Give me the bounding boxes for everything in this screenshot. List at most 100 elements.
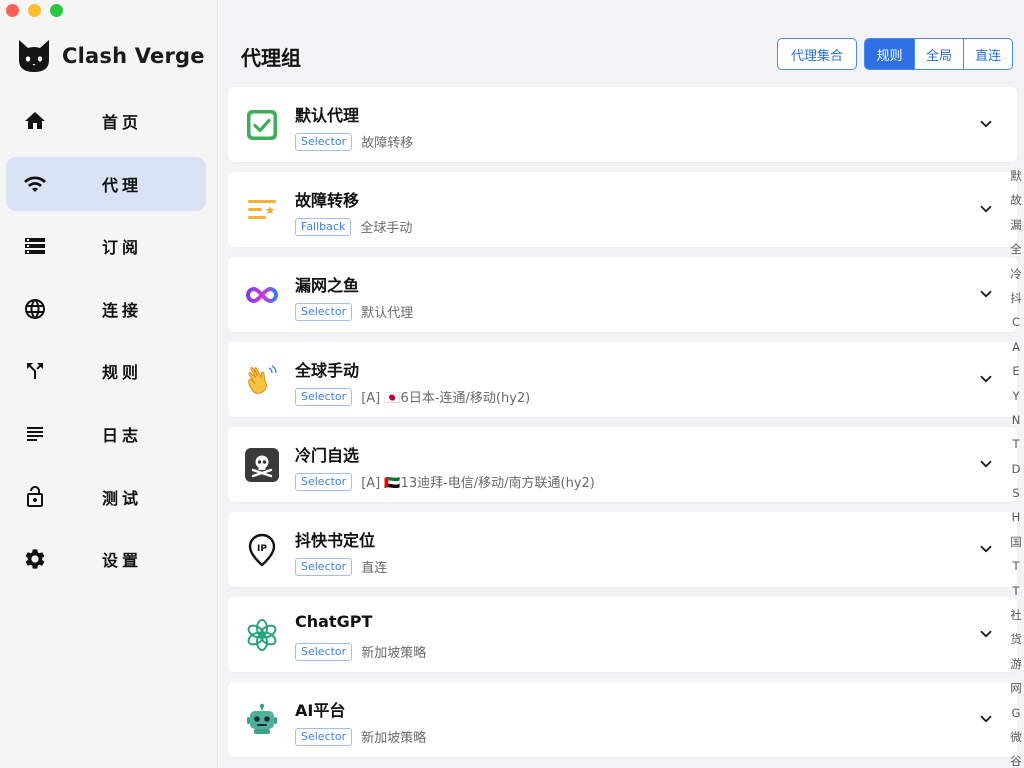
index-letter[interactable]: 谷 (1008, 749, 1024, 768)
index-letter[interactable]: E (1008, 359, 1024, 383)
index-letter[interactable]: 国 (1008, 530, 1024, 554)
group-name: ChatGPT (295, 612, 373, 631)
proxy-group-card[interactable]: 默认代理 Selector 故障转移 (228, 87, 1017, 162)
index-letter[interactable]: T (1008, 432, 1024, 456)
sidebar-item-logs[interactable]: 日志 (6, 407, 206, 461)
chevron-down-icon[interactable] (977, 455, 995, 473)
group-type-badge: Selector (295, 472, 353, 491)
proxy-group-card[interactable]: 故障转移 Fallback 全球手动 (228, 172, 1017, 247)
index-letter[interactable]: 网 (1008, 676, 1024, 700)
index-letter[interactable]: Y (1008, 384, 1024, 408)
group-meta: Selector 新加坡策略 (295, 642, 426, 661)
index-letter[interactable]: 冷 (1008, 262, 1024, 286)
sidebar: Clash Verge 首页代理订阅连接规则日志测试设置 (0, 0, 218, 768)
group-type-badge: Selector (295, 642, 353, 661)
chevron-down-icon[interactable] (977, 710, 995, 728)
group-type-badge: Selector (295, 727, 353, 746)
group-current-proxy: 默认代理 (361, 306, 414, 321)
index-letter[interactable]: T (1008, 579, 1024, 603)
zoom-window-button[interactable] (50, 4, 63, 17)
index-letter[interactable]: 默 (1008, 164, 1024, 188)
group-name: 漏网之鱼 (295, 276, 360, 295)
index-letter[interactable]: 抖 (1008, 286, 1024, 310)
index-letter[interactable]: G (1008, 701, 1024, 725)
group-name: 默认代理 (295, 106, 360, 125)
index-letter[interactable]: 微 (1008, 725, 1024, 749)
wifi-icon (22, 171, 48, 197)
group-type-badge: Selector (295, 132, 353, 151)
group-current-proxy: 全球手动 (360, 221, 413, 236)
proxy-provider-button[interactable]: 代理集合 (777, 38, 857, 70)
index-letter[interactable]: D (1008, 457, 1024, 481)
chevron-down-icon[interactable] (977, 625, 995, 643)
chevron-down-icon[interactable] (977, 285, 995, 303)
mode-button-2[interactable]: 直连 (963, 39, 1012, 69)
group-type-badge: Selector (295, 557, 353, 576)
chevron-down-icon[interactable] (977, 115, 995, 133)
index-letter[interactable]: T (1008, 554, 1024, 578)
group-meta: Fallback 全球手动 (295, 217, 412, 236)
proxy-group-card[interactable]: 冷门自选 Selector [A] 🇦🇪13迪拜-电信/移动/南方联通(hy2) (228, 427, 1017, 502)
sidebar-item-label: 测试 (102, 488, 143, 508)
home-icon (22, 108, 48, 134)
minimize-window-button[interactable] (28, 4, 41, 17)
index-letter[interactable]: C (1008, 310, 1024, 334)
mode-button-0[interactable]: 规则 (865, 39, 914, 69)
group-type-badge: Fallback (295, 217, 352, 236)
infinity-loop-icon (244, 277, 280, 313)
app-name: Clash Verge (62, 44, 205, 68)
proxy-group-card[interactable]: AI平台 Selector 新加坡策略 (228, 682, 1017, 757)
sidebar-item-profile[interactable]: 订阅 (6, 219, 206, 273)
sidebar-item-connections[interactable]: 连接 (6, 282, 206, 336)
group-meta: Selector 默认代理 (295, 302, 413, 321)
chevron-down-icon[interactable] (977, 540, 995, 558)
group-current-proxy: [A] 🇦🇪13迪拜-电信/移动/南方联通(hy2) (361, 476, 595, 491)
orange-list-star-icon (244, 192, 280, 228)
proxy-group-card[interactable]: IP 抖快书定位 Selector 直连 (228, 512, 1017, 587)
sidebar-item-proxy[interactable]: 代理 (6, 156, 206, 211)
group-name: 故障转移 (295, 191, 360, 210)
main-panel: 代理组 代理集合 规则 全局 直连 默认代理 Selector 故障转移 故障转移 Fall… (218, 0, 1024, 768)
close-window-button[interactable] (6, 4, 19, 17)
sidebar-item-home[interactable]: 首页 (6, 94, 206, 148)
group-meta: Selector [A] 🇦🇪13迪拜-电信/移动/南方联通(hy2) (295, 472, 595, 491)
index-letter[interactable]: 社 (1008, 603, 1024, 627)
index-letter[interactable]: A (1008, 335, 1024, 359)
proxy-group-card[interactable]: 漏网之鱼 Selector 默认代理 (228, 257, 1017, 332)
alphabet-index: 默故漏全冷抖CAEYNTDSH国TT社货游网G微谷 (1008, 164, 1024, 768)
index-letter[interactable]: 故 (1008, 188, 1024, 212)
sidebar-item-label: 规则 (102, 363, 143, 383)
index-letter[interactable]: 全 (1008, 237, 1024, 261)
group-name: 抖快书定位 (295, 531, 376, 550)
index-letter[interactable]: 漏 (1008, 213, 1024, 237)
sidebar-item-label: 订阅 (102, 238, 143, 258)
app-brand: Clash Verge (16, 38, 205, 74)
window-controls (6, 4, 63, 17)
sidebar-item-label: 设置 (102, 551, 143, 571)
group-meta: Selector [A] 🇯🇵6日本-连通/移动(hy2) (295, 387, 530, 406)
green-check-icon (244, 107, 280, 143)
group-type-badge: Selector (295, 387, 353, 406)
mode-switch: 规则 全局 直连 (864, 38, 1013, 70)
index-letter[interactable]: 货 (1008, 627, 1024, 651)
sidebar-item-rules[interactable]: 规则 (6, 344, 206, 398)
openai-logo-icon (244, 617, 280, 653)
chevron-down-icon[interactable] (977, 200, 995, 218)
robot-icon (244, 702, 280, 738)
sidebar-item-settings[interactable]: 设置 (6, 532, 206, 586)
sidebar-item-test[interactable]: 测试 (6, 470, 206, 524)
index-letter[interactable]: N (1008, 408, 1024, 432)
chevron-down-icon[interactable] (977, 370, 995, 388)
ip-location-pin-icon: IP (244, 532, 280, 568)
sidebar-item-label: 日志 (102, 425, 143, 445)
proxy-group-card[interactable]: 全球手动 Selector [A] 🇯🇵6日本-连通/移动(hy2) (228, 342, 1017, 417)
group-meta: Selector 直连 (295, 557, 387, 576)
index-letter[interactable]: H (1008, 505, 1024, 529)
mode-button-1[interactable]: 全局 (914, 39, 963, 69)
globe-icon (22, 296, 48, 322)
proxy-group-card[interactable]: ChatGPT Selector 新加坡策略 (228, 597, 1017, 672)
sidebar-nav: 首页代理订阅连接规则日志测试设置 (6, 94, 206, 595)
index-letter[interactable]: S (1008, 481, 1024, 505)
index-letter[interactable]: 游 (1008, 652, 1024, 676)
group-type-badge: Selector (295, 302, 353, 321)
